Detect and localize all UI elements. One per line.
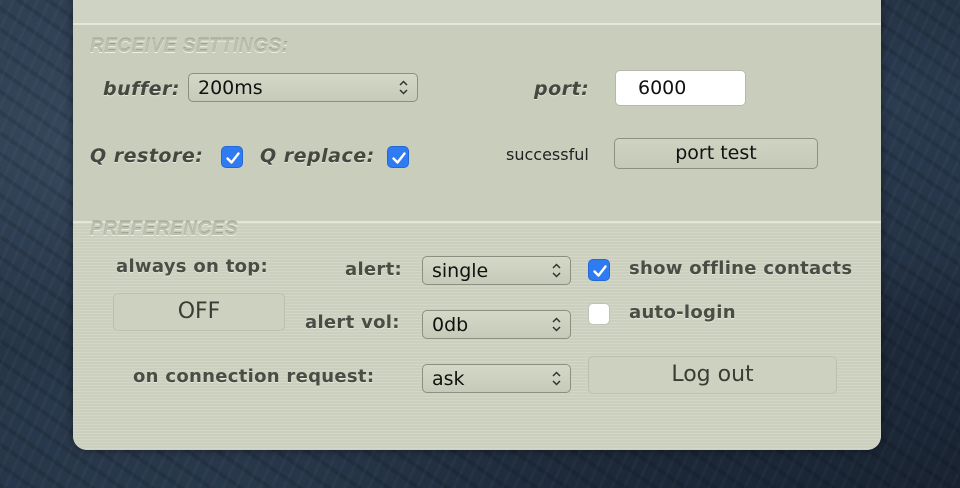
port-test-button[interactable]: port test (614, 138, 818, 169)
buffer-select[interactable]: 200ms (188, 73, 418, 102)
connection-request-label: on connection request: (133, 366, 375, 387)
log-out-button[interactable]: Log out (588, 356, 837, 394)
alert-select[interactable]: single (422, 256, 571, 285)
alert-vol-value: 0db (432, 314, 469, 336)
q-replace-label: Q replace: (260, 145, 375, 167)
port-test-status: successful (506, 145, 589, 164)
chevron-up-down-icon (552, 263, 561, 278)
auto-login-label: auto-login (629, 302, 736, 323)
connection-request-value: ask (432, 368, 465, 390)
settings-panel: RECEIVE SETTINGS: buffer: 200ms port: 60… (73, 0, 881, 450)
checkmark-icon (392, 152, 406, 164)
buffer-value: 200ms (198, 77, 263, 99)
receive-settings-section: RECEIVE SETTINGS: buffer: 200ms port: 60… (73, 25, 881, 221)
q-replace-checkbox[interactable] (387, 146, 409, 168)
always-on-top-toggle[interactable]: OFF (113, 293, 285, 331)
port-input[interactable]: 6000 (615, 70, 746, 106)
q-restore-label: Q restore: (90, 145, 204, 167)
alert-label: alert: (345, 259, 403, 280)
checkmark-icon (593, 265, 607, 277)
buffer-label: buffer: (103, 78, 181, 100)
preferences-section: PREFERENCES always on top: OFF alert: si… (73, 219, 881, 450)
port-label: port: (534, 78, 590, 100)
receive-settings-title: RECEIVE SETTINGS: (90, 36, 289, 57)
connection-request-select[interactable]: ask (422, 364, 571, 393)
alert-vol-label: alert vol: (305, 312, 400, 333)
chevron-up-down-icon (552, 317, 561, 332)
show-offline-contacts-label: show offline contacts (629, 258, 853, 279)
always-on-top-label: always on top: (116, 256, 268, 277)
alert-vol-select[interactable]: 0db (422, 310, 571, 339)
top-strip (73, 0, 881, 25)
auto-login-checkbox[interactable] (588, 303, 610, 325)
show-offline-contacts-checkbox[interactable] (588, 259, 610, 281)
checkmark-icon (226, 152, 240, 164)
chevron-up-down-icon (552, 371, 561, 386)
q-restore-checkbox[interactable] (221, 146, 243, 168)
alert-value: single (432, 260, 489, 282)
preferences-title: PREFERENCES (90, 219, 239, 240)
chevron-up-down-icon (399, 80, 408, 95)
